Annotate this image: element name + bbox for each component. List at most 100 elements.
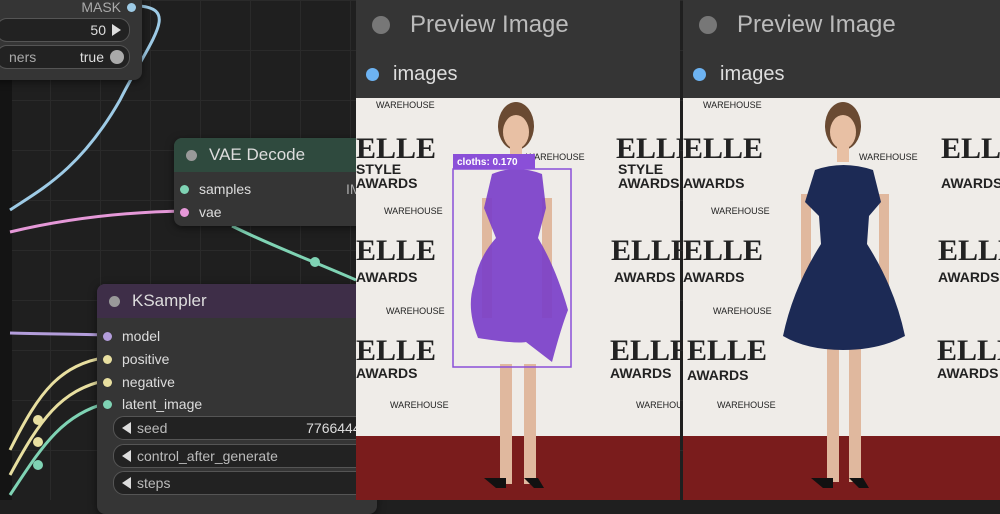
increment-arrow-icon[interactable] <box>112 24 121 36</box>
mask-output-dot[interactable] <box>127 2 136 12</box>
decrement-arrow-icon[interactable] <box>122 422 131 434</box>
backdrop-warehouse: WAREHOUSE <box>713 306 772 316</box>
backdrop-awards: AWARDS <box>937 365 998 381</box>
backdrop-awards: AWARDS <box>610 365 671 381</box>
toggle-value: true <box>79 49 104 65</box>
mask-output-slot[interactable]: MASK <box>81 0 136 15</box>
model-input-slot[interactable]: model <box>103 328 160 344</box>
backdrop-warehouse: WAREHOUSE <box>859 152 918 162</box>
mask-node[interactable]: MASK 50 ners true <box>0 0 142 80</box>
vae-decode-header[interactable]: VAE Decode <box>174 138 374 172</box>
backdrop-awards: AWARDS <box>683 175 744 191</box>
backdrop-elle: ELLE <box>356 334 436 367</box>
wire-reroute-dot <box>33 415 43 425</box>
control-after-generate-widget[interactable]: control_after_generate rand <box>113 444 377 468</box>
positive-input-slot[interactable]: positive <box>103 351 169 367</box>
images-input-slot-right[interactable]: images <box>683 50 1000 98</box>
model-wire <box>9 331 108 337</box>
collapse-dot-icon[interactable] <box>372 16 390 34</box>
collapse-dot-icon[interactable] <box>109 295 120 307</box>
backdrop-elle: ELLE <box>683 132 763 165</box>
backdrop-awards: AWARDS <box>356 269 417 285</box>
positive-dot[interactable] <box>103 354 112 364</box>
images-dot[interactable] <box>366 67 379 81</box>
vae-wire <box>9 209 186 234</box>
backdrop-elle: ELLE <box>687 334 767 367</box>
toggle-label: ners <box>9 49 37 65</box>
negative-dot[interactable] <box>103 377 112 387</box>
backdrop-elle: ELLE <box>611 234 680 267</box>
preview-photo-left[interactable]: ELLE STYLE AWARDS ELLE STYLE AWARDS ELLE… <box>356 98 680 500</box>
images-label-left: images <box>393 62 458 85</box>
backdrop-warehouse: WAREHOUSE <box>717 400 776 410</box>
backdrop-awards: AWARDS <box>683 269 744 285</box>
seed-widget[interactable]: seed 7766444259 <box>113 416 377 440</box>
backdrop-warehouse: WAREHOUSE <box>636 400 680 410</box>
latent-output-wire <box>231 224 357 282</box>
steps-label: steps <box>137 475 171 491</box>
latent-image-label: latent_image <box>122 396 203 412</box>
vae-label: vae <box>199 204 222 220</box>
backdrop-awards: AWARDS <box>356 175 417 191</box>
steps-widget[interactable]: steps <box>113 471 377 495</box>
backdrop-elle: ELLE <box>683 234 763 267</box>
toggle-widget[interactable]: ners true <box>0 45 130 69</box>
backdrop-warehouse: WAREHOUSE <box>711 206 770 216</box>
mask-output-label: MASK <box>81 0 121 15</box>
positive-label: positive <box>122 351 170 367</box>
backdrop-elle: ELLE <box>937 334 1000 367</box>
collapse-dot-icon[interactable] <box>186 149 197 161</box>
backdrop-elle: ELLE <box>610 334 680 367</box>
latent-image-input-slot[interactable]: latent_image <box>103 396 202 412</box>
samples-label: samples <box>199 181 252 197</box>
ksampler-title: KSampler <box>132 291 207 310</box>
backdrop-warehouse: WAREHOUSE <box>376 100 435 110</box>
ksampler-header[interactable]: KSampler <box>97 284 377 318</box>
vae-dot[interactable] <box>180 207 189 217</box>
backdrop-warehouse: WAREHOUSE <box>390 400 449 410</box>
backdrop-awards: AWARDS <box>687 367 748 383</box>
preview-title-right: Preview Image <box>737 11 896 38</box>
backdrop-warehouse: WAREHOUSE <box>384 206 443 216</box>
seed-label: seed <box>137 420 168 436</box>
vae-input-slot[interactable]: vae <box>180 204 222 220</box>
preview-header-right[interactable]: Preview Image <box>683 0 1000 50</box>
backdrop-elle: ELLE <box>938 234 1000 267</box>
negative-label: negative <box>122 374 175 390</box>
preview-image-node-right[interactable]: Preview Image images ELLE AWARDS ELLE AW… <box>683 0 1000 500</box>
decrement-arrow-icon[interactable] <box>122 450 131 462</box>
preview-title-left: Preview Image <box>410 11 569 38</box>
wire-reroute-dot <box>33 460 43 470</box>
backdrop-elle: ELLE <box>941 132 1000 165</box>
backdrop-warehouse: WAREHOUSE <box>386 306 445 316</box>
decrement-arrow-icon[interactable] <box>122 477 131 489</box>
images-label-right: images <box>720 62 785 85</box>
collapse-dot-icon[interactable] <box>699 16 717 34</box>
backdrop-awards: AWARDS <box>614 269 675 285</box>
negative-wire <box>8 378 108 476</box>
wire-reroute-dot <box>310 257 320 267</box>
backdrop-awards: AWARDS <box>941 175 1000 191</box>
preview-header-left[interactable]: Preview Image <box>356 0 680 50</box>
vae-decode-title: VAE Decode <box>209 145 306 164</box>
wire-reroute-dot <box>33 437 43 447</box>
ksampler-node[interactable]: KSampler model positive negative latent_… <box>97 284 377 514</box>
control-after-generate-label: control_after_generate <box>137 448 278 464</box>
model-label: model <box>122 328 161 344</box>
preview-image-node-left[interactable]: Preview Image images ELLE STYLE AWARDS E… <box>356 0 680 500</box>
preview-photo-right[interactable]: ELLE AWARDS ELLE AWARDS ELLE AWARDS ELLE… <box>683 98 1000 500</box>
value-widget-value: 50 <box>90 22 106 38</box>
model-dot[interactable] <box>103 331 112 341</box>
latent-image-dot[interactable] <box>103 399 112 409</box>
samples-dot[interactable] <box>180 184 189 194</box>
vae-decode-node[interactable]: VAE Decode samples vae IM <box>174 138 374 226</box>
backdrop-awards: AWARDS <box>938 269 999 285</box>
backdrop-elle: ELLE <box>356 234 436 267</box>
images-input-slot-left[interactable]: images <box>356 50 680 98</box>
negative-input-slot[interactable]: negative <box>103 374 175 390</box>
samples-input-slot[interactable]: samples <box>180 181 251 197</box>
toggle-knob-icon[interactable] <box>110 50 124 64</box>
images-dot[interactable] <box>693 67 706 81</box>
backdrop-awards: AWARDS <box>356 365 417 381</box>
value-widget[interactable]: 50 <box>0 18 130 42</box>
